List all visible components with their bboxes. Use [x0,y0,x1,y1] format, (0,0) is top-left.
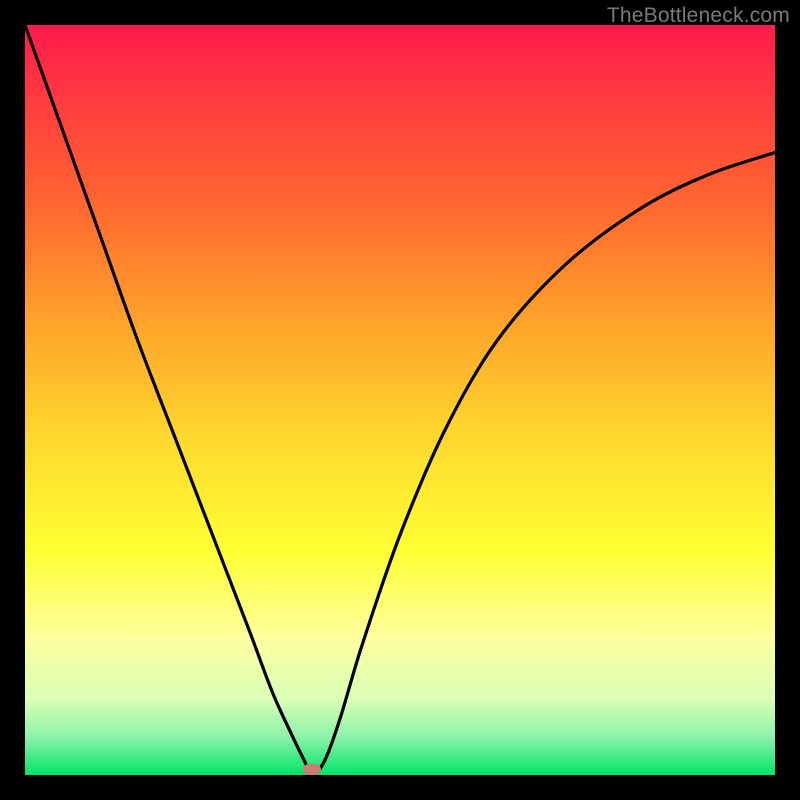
plot-area [25,25,775,775]
bottleneck-curve [25,25,775,775]
chart-frame: TheBottleneck.com [0,0,800,800]
minimum-marker [303,764,321,775]
